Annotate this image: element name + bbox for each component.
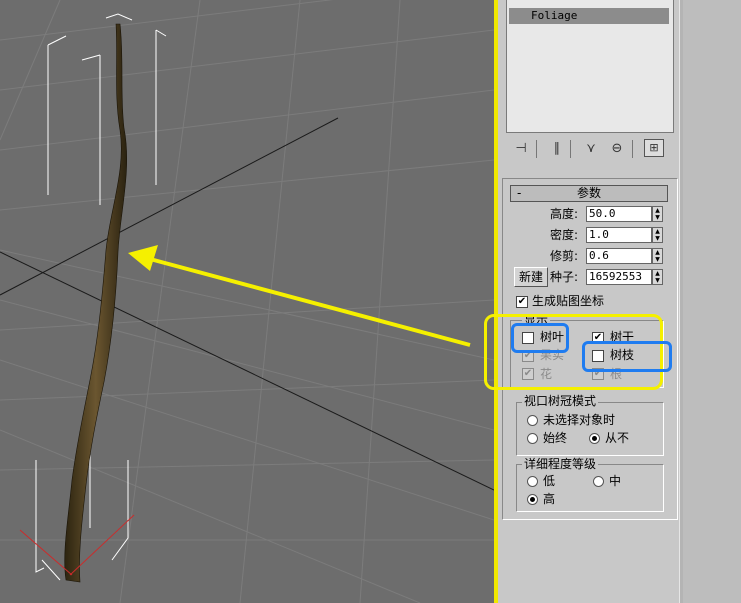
modifier-stack-toolbar: ⊣ ∥ ⋎ ⊖ ⊞ xyxy=(506,137,676,161)
seed-input[interactable]: 16592553 xyxy=(586,269,652,285)
lod-low-radio[interactable] xyxy=(527,476,538,487)
level-of-detail-title: 详细程度等级 xyxy=(522,457,599,471)
level-of-detail-group xyxy=(516,464,664,512)
new-seed-button[interactable]: 新建 xyxy=(514,267,548,287)
remove-modifier-icon[interactable]: ⊖ xyxy=(608,139,626,159)
lod-high-radio[interactable] xyxy=(527,494,538,505)
prune-input[interactable]: 0.6 xyxy=(586,248,652,264)
toolbar-separator xyxy=(632,140,633,158)
blue-highlight-branches xyxy=(582,341,672,372)
prune-spinner[interactable]: ▲ ▼ xyxy=(652,248,663,264)
gen-mapping-label: 生成贴图坐标 xyxy=(532,294,605,308)
make-unique-icon[interactable]: ⋎ xyxy=(582,139,600,159)
perspective-viewport[interactable] xyxy=(0,0,494,603)
density-spinner[interactable]: ▲ ▼ xyxy=(652,227,663,243)
modifier-stack-list[interactable]: Foliage xyxy=(506,0,674,133)
lod-high-label: 高 xyxy=(543,492,556,506)
height-input[interactable]: 50.0 xyxy=(586,206,652,222)
canopy-mode-group xyxy=(516,402,664,456)
panel-margin xyxy=(683,0,741,603)
rollout-title: 参数 xyxy=(576,186,601,200)
show-end-result-icon[interactable]: ∥ xyxy=(548,139,566,159)
height-spinner[interactable]: ▲ ▼ xyxy=(652,206,663,222)
lod-low-label: 低 xyxy=(543,474,556,488)
toolbar-separator xyxy=(536,140,537,158)
gen-mapping-checkbox[interactable]: ✔ xyxy=(516,296,528,308)
canopy-mode-title: 视口树冠模式 xyxy=(522,394,599,408)
canopy-never-radio[interactable] xyxy=(589,433,600,444)
canopy-when-not-selected-radio[interactable] xyxy=(527,415,538,426)
canopy-always-label: 始终 xyxy=(543,431,568,445)
parameters-rollout-header[interactable]: - 参数 xyxy=(510,185,668,202)
tree-trunk xyxy=(64,23,128,583)
canopy-never-label: 从不 xyxy=(605,431,630,445)
bounding-box xyxy=(35,13,167,581)
yellow-annotation-arrow xyxy=(128,245,471,347)
height-label: 高度: xyxy=(550,207,579,221)
modifier-item-foliage[interactable]: Foliage xyxy=(509,8,669,24)
density-label: 密度: xyxy=(550,228,579,242)
seed-label: 种子: xyxy=(550,270,579,284)
seed-spinner[interactable]: ▲ ▼ xyxy=(652,269,663,285)
pin-stack-icon[interactable]: ⊣ xyxy=(512,139,530,159)
configure-modifier-sets-icon[interactable]: ⊞ xyxy=(644,139,664,157)
lod-medium-label: 中 xyxy=(609,474,622,488)
toolbar-separator xyxy=(570,140,571,158)
viewport-scene xyxy=(0,0,494,603)
prune-label: 修剪: xyxy=(550,249,579,263)
blue-highlight-leaves xyxy=(511,323,569,353)
collapse-icon: - xyxy=(517,186,522,200)
canopy-always-radio[interactable] xyxy=(527,433,538,444)
canopy-when-not-selected-label: 未选择对象时 xyxy=(543,413,616,427)
density-input[interactable]: 1.0 xyxy=(586,227,652,243)
lod-medium-radio[interactable] xyxy=(593,476,604,487)
